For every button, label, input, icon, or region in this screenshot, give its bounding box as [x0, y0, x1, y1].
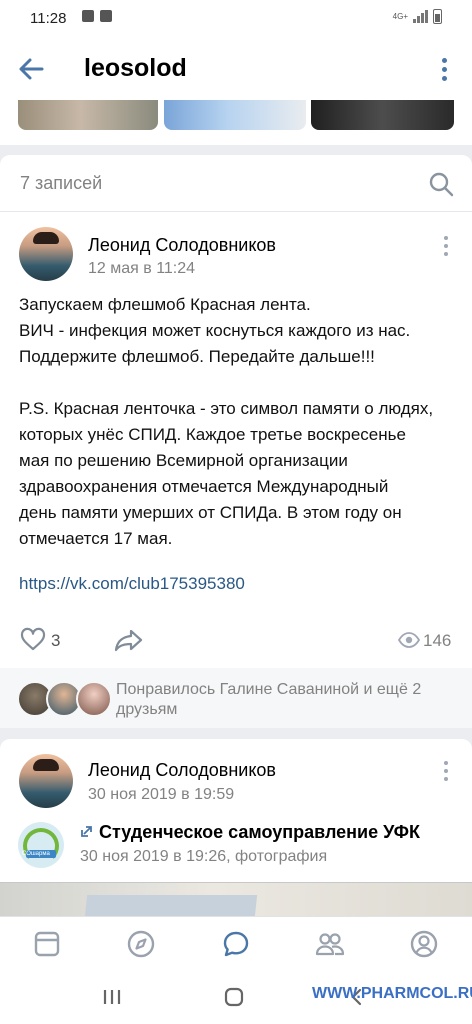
post-text-line: которых унёс СПИД. Каждое третье воскрес… — [19, 425, 406, 444]
more-options-icon[interactable] — [442, 58, 448, 81]
network-type: 4G+ — [392, 12, 408, 21]
views-count: 146 — [423, 631, 452, 650]
repost-icon — [81, 826, 92, 837]
liked-by-bar[interactable]: Понравилось Галине Саваниной и ещё 2 дру… — [0, 668, 472, 728]
photo-thumbnail[interactable] — [164, 100, 306, 130]
friends-icon[interactable] — [315, 929, 345, 959]
watermark: WWW.PHARMCOL.RU — [312, 985, 472, 1002]
page-title: leosolod — [84, 54, 187, 82]
avatar[interactable] — [19, 227, 73, 281]
post-author[interactable]: Леонид Солодовников — [88, 760, 276, 781]
post-date[interactable]: 12 мая в 11:24 — [88, 260, 195, 278]
repost-source-title[interactable]: Студенческое самоуправление УФК — [99, 822, 420, 843]
post-text: Запускаем флешмоб Красная лента. ВИЧ - и… — [19, 292, 449, 552]
like-count: 3 — [51, 631, 61, 650]
photo-thumbnail[interactable] — [18, 100, 158, 130]
posts-count-header: 7 записей — [0, 155, 472, 212]
post-menu-icon[interactable] — [444, 761, 450, 781]
discover-icon[interactable] — [126, 929, 156, 959]
gallery-notification-icon — [82, 10, 94, 22]
signal-icon — [413, 10, 428, 23]
repost-date[interactable]: 30 ноя 2019 в 19:26, фотография — [80, 848, 327, 866]
back-arrow-icon[interactable] — [16, 54, 46, 84]
system-navigation-bar: WWW.PHARMCOL.RU — [0, 970, 472, 1024]
post-text-line: P.S. Красная ленточка - это символ памят… — [19, 399, 434, 418]
posts-count-label: 7 записей — [20, 173, 103, 193]
post-text-line: Запускаем флешмоб Красная лента. — [19, 295, 311, 314]
post-text-line: отмечается 17 мая. — [19, 529, 173, 548]
post-text-line: здравоохранения отмечается Международный — [19, 477, 389, 496]
friend-avatar — [76, 681, 112, 717]
post-menu-icon[interactable] — [444, 236, 450, 256]
recent-apps-icon[interactable] — [101, 987, 123, 1007]
share-icon[interactable] — [113, 627, 145, 653]
avatar[interactable] — [19, 754, 73, 808]
battery-icon — [433, 9, 442, 24]
post-text-line: день памяти умерших от СПИДа. В этом год… — [19, 503, 402, 522]
wall-post: Леонид Солодовников 12 мая в 11:24 Запус… — [0, 212, 472, 668]
photo-strip — [0, 100, 472, 145]
newsfeed-icon[interactable] — [32, 929, 62, 959]
app-notification-icon — [100, 10, 112, 22]
app-header: leosolod — [0, 38, 472, 100]
post-text-line: мая по решению Всемирной организации — [19, 451, 348, 470]
post-text-line: Поддержите флешмоб. Передайте дальше!!! — [19, 347, 375, 366]
group-avatar-text: СОшарма — [22, 851, 50, 857]
profile-icon[interactable] — [409, 929, 439, 959]
messages-icon[interactable] — [221, 929, 251, 959]
group-avatar[interactable]: СОшарма — [18, 822, 64, 868]
post-text-line: ВИЧ - инфекция может коснуться каждого и… — [19, 321, 411, 340]
bottom-tab-bar — [0, 916, 472, 971]
eye-icon — [398, 632, 420, 648]
wall-post: Леонид Солодовников 30 ноя 2019 в 19:59 … — [0, 739, 472, 884]
home-icon[interactable] — [223, 987, 245, 1007]
post-photo[interactable] — [0, 882, 472, 918]
post-author[interactable]: Леонид Солодовников — [88, 235, 276, 256]
post-link[interactable]: https://vk.com/club175395380 — [19, 574, 245, 594]
search-icon[interactable] — [428, 171, 454, 197]
liked-by-text: Понравилось Галине Саваниной и ещё 2 дру… — [116, 681, 422, 718]
status-time: 11:28 — [30, 10, 67, 27]
status-right: 4G+ — [393, 9, 442, 24]
post-date[interactable]: 30 ноя 2019 в 19:59 — [88, 786, 234, 804]
notification-icons — [82, 10, 112, 22]
like-icon[interactable] — [20, 627, 46, 651]
photo-thumbnail[interactable] — [311, 100, 454, 130]
post-actions: 3 146 — [0, 622, 472, 662]
status-bar: 11:28 4G+ — [0, 0, 472, 38]
